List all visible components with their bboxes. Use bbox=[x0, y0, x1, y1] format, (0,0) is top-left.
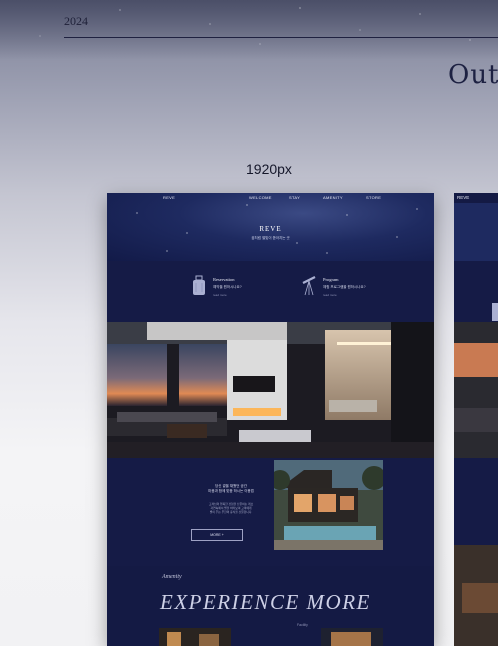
card-title: Program bbox=[323, 277, 339, 282]
hero-banner: REVE WELCOME STAY AMENITY STORE REVE 꿈처럼… bbox=[107, 193, 434, 261]
more-button[interactable]: MORE + bbox=[191, 529, 243, 541]
section-title: Out bbox=[448, 60, 498, 90]
program-card[interactable]: Program 체험 프로그램을 원하시나요? read more bbox=[301, 273, 421, 309]
breakpoint-label: 1920px bbox=[246, 161, 292, 177]
luggage-icon bbox=[193, 275, 205, 295]
telescope-icon bbox=[302, 276, 316, 296]
nav-item-store[interactable]: STORE bbox=[366, 195, 381, 200]
starry-header-band bbox=[0, 0, 498, 60]
story-section: 당신 곁을 채웠던 공간 마음과 함께 맞춤 하시는 이용법 고객님의 행복한 … bbox=[107, 458, 434, 566]
card-link[interactable]: read more bbox=[323, 293, 337, 297]
second-logo: REVE bbox=[457, 195, 470, 200]
card-desc: 체험 프로그램을 원하시나요? bbox=[323, 285, 366, 289]
card-desc: 예약을 원하시나요? bbox=[213, 285, 242, 289]
second-mockup-preview bbox=[454, 203, 498, 646]
nav-item-welcome[interactable]: WELCOME bbox=[249, 195, 272, 200]
mockup-nav: REVE WELCOME STAY AMENITY STORE bbox=[107, 195, 434, 203]
card-title: Reservation bbox=[213, 277, 235, 282]
hero-subtitle: 꿈처럼 별빛이 쏟아지는 곳 bbox=[251, 236, 290, 240]
nav-item-stay[interactable]: STAY bbox=[289, 195, 300, 200]
second-mockup: REVE bbox=[454, 193, 498, 646]
house-photo bbox=[274, 460, 383, 550]
amenity-photo-right bbox=[321, 628, 383, 646]
nav-item-amenity[interactable]: AMENITY bbox=[323, 195, 343, 200]
amenity-photo-left bbox=[159, 628, 231, 646]
villa-terrace-photo bbox=[107, 322, 434, 458]
hero-title: REVE bbox=[259, 225, 282, 233]
header-divider bbox=[64, 37, 498, 38]
amenity-title: EXPERIENCE MORE bbox=[160, 590, 371, 614]
story-heading: 당신 곁을 채웠던 공간 마음과 함께 맞춤 하시는 이용법 bbox=[208, 484, 254, 493]
amenity-kicker: Amenity bbox=[162, 574, 182, 580]
story-body: 고객님의 행복한 경험을 선물하는 레브 자연속에서 별을 바라보며 고객에게 … bbox=[208, 502, 254, 514]
reservation-card[interactable]: Reservation 예약을 원하시나요? read more bbox=[191, 273, 311, 309]
quick-links: Reservation 예약을 원하시나요? read more Program… bbox=[107, 261, 434, 322]
facility-label: Facility bbox=[297, 623, 308, 627]
desktop-mockup: REVE WELCOME STAY AMENITY STORE REVE 꿈처럼… bbox=[107, 193, 434, 646]
nav-logo[interactable]: REVE bbox=[163, 195, 175, 200]
year-label: 2024 bbox=[64, 14, 88, 28]
card-link[interactable]: read more bbox=[213, 293, 227, 297]
amenity-section: Amenity EXPERIENCE MORE Facility bbox=[107, 566, 434, 646]
